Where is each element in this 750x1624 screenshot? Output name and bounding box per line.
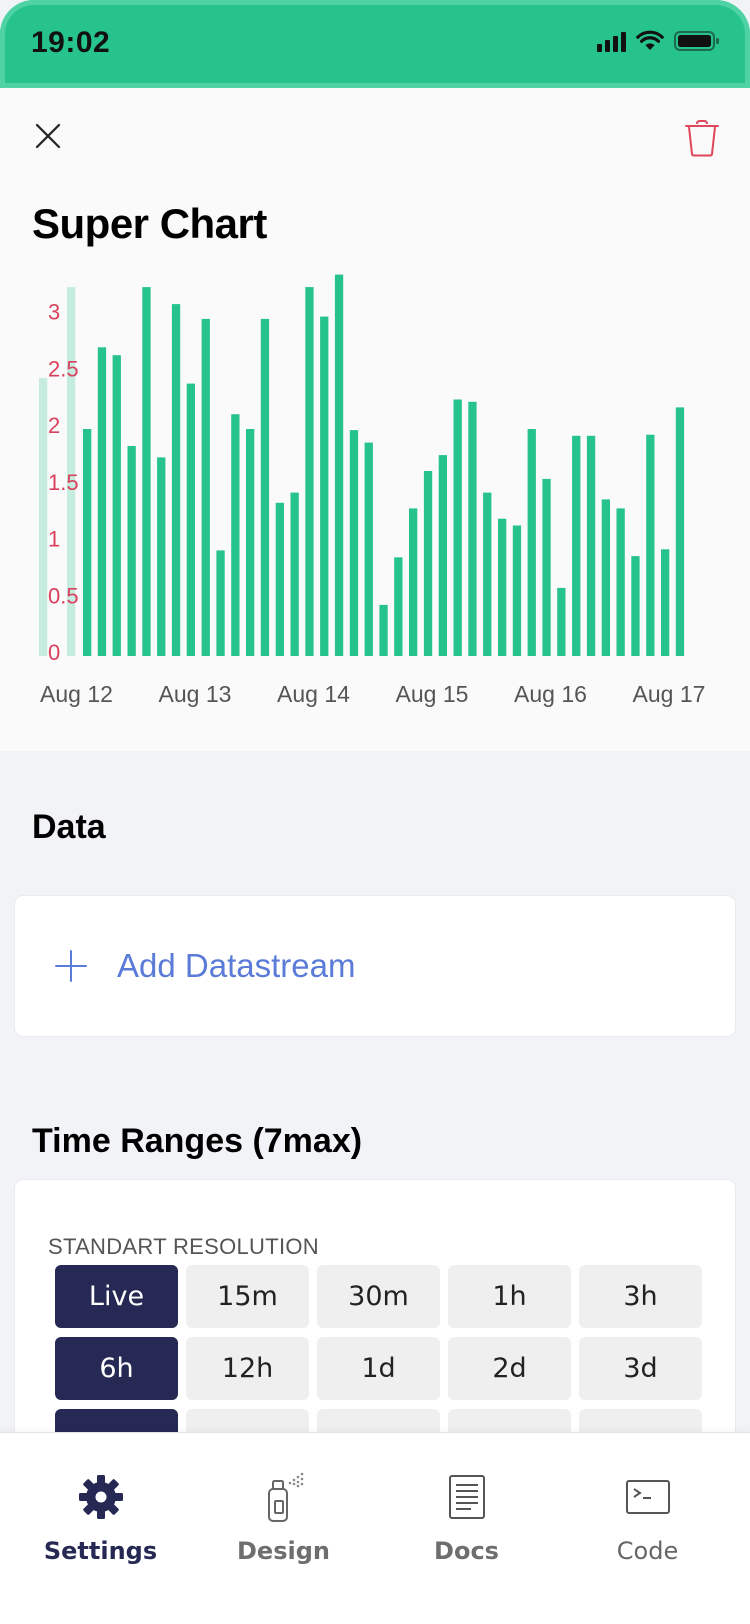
chart-bar [527, 429, 536, 656]
chart-bar [557, 587, 566, 656]
chart-bar [127, 446, 136, 656]
chart-bar [512, 525, 522, 656]
tab-code-label: Code [616, 1537, 679, 1565]
tab-settings-label: Settings [43, 1537, 158, 1565]
chart-bar [394, 557, 403, 656]
status-time: 19:02 [31, 26, 111, 59]
chart-bar [423, 471, 433, 656]
chart-bar [438, 455, 447, 656]
document-icon [447, 1469, 487, 1525]
y-tick-label: 0.5 [48, 583, 79, 608]
add-datastream-label: Add Datastream [117, 947, 356, 984]
time-range-button[interactable]: Live [55, 1265, 178, 1328]
chart-bar [572, 435, 581, 656]
phone-screen: 19:02 Super Chart 0 0.5 1 1.5 2 2.5 3 Au… [0, 0, 750, 1624]
chart-bar [601, 499, 610, 656]
chart-bar [186, 383, 195, 656]
x-tick-label: Aug 17 [633, 681, 706, 707]
close-icon [35, 123, 61, 149]
chart-bar [364, 442, 373, 656]
tab-code[interactable]: Code [554, 1433, 741, 1583]
chart-bar [483, 492, 492, 656]
x-tick-label: Aug 13 [159, 681, 232, 707]
chart-bar [260, 318, 270, 656]
chart-bar [201, 318, 210, 656]
time-range-button[interactable]: 3d [579, 1337, 702, 1400]
chart-bar [83, 429, 92, 656]
chart-bar [542, 478, 551, 656]
chart-bar [216, 550, 225, 656]
time-range-button[interactable]: 3h [579, 1265, 702, 1328]
chart-bar [275, 502, 284, 656]
chart-bar [498, 518, 507, 656]
chart-bar [112, 355, 121, 656]
time-range-button[interactable]: 1h [448, 1265, 571, 1328]
chart-bar [468, 401, 477, 656]
tab-docs-label: Docs [434, 1537, 499, 1565]
x-tick-label: Aug 15 [396, 681, 469, 707]
plus-icon [55, 950, 87, 982]
chart-bar [231, 414, 240, 656]
time-range-button[interactable]: 6h [55, 1337, 178, 1400]
chart-bar [334, 274, 344, 656]
delete-button[interactable] [680, 116, 724, 160]
gear-icon [77, 1469, 125, 1525]
tab-design[interactable]: Design [190, 1433, 377, 1583]
chart-bar [675, 407, 685, 656]
chart-bar [171, 304, 181, 656]
chart-bar [616, 508, 625, 656]
chart-bar [631, 556, 640, 656]
x-tick-label: Aug 14 [277, 681, 350, 707]
y-tick-label: 0 [48, 640, 60, 665]
tab-design-label: Design [237, 1537, 330, 1565]
close-button[interactable] [28, 116, 68, 156]
data-card: Add Datastream [15, 896, 735, 1036]
time-range-button[interactable]: 30m [317, 1265, 440, 1328]
bottom-tab-bar: Settings Design Docs Code [0, 1432, 750, 1624]
chart-bar [379, 604, 388, 656]
battery-icon [674, 30, 720, 52]
add-datastream-button[interactable]: Add Datastream [55, 896, 355, 1036]
chart-bar [586, 435, 596, 656]
time-range-button[interactable]: 1d [317, 1337, 440, 1400]
time-range-button[interactable]: 15m [186, 1265, 309, 1328]
chart-bar [320, 316, 329, 656]
chart-bar [409, 508, 418, 656]
super-chart[interactable]: 0 0.5 1 1.5 2 2.5 3 Aug 12 Aug 13 Aug 14 Aug 15 Aug… [30, 270, 720, 730]
y-tick-label: 3 [48, 300, 60, 325]
chart-bar [305, 287, 314, 656]
time-ranges-title: Time Ranges (7max) [32, 1122, 363, 1160]
data-section-title: Data [32, 808, 106, 846]
status-icons [597, 30, 720, 52]
wifi-icon [636, 30, 664, 52]
chart-bar [646, 434, 655, 656]
tab-settings[interactable]: Settings [7, 1433, 194, 1583]
y-tick-label: 1.5 [48, 470, 79, 495]
resolution-label: STANDART RESOLUTION [48, 1234, 319, 1259]
spray-can-icon [260, 1469, 308, 1525]
signal-icon [597, 30, 626, 52]
status-bar: 19:02 [0, 0, 750, 88]
chart-bar [157, 457, 166, 656]
chart-bar [246, 429, 255, 656]
chart-title: Super Chart [32, 200, 267, 247]
x-tick-label: Aug 12 [40, 681, 113, 707]
chart-bar [453, 399, 462, 656]
chart-bar [97, 347, 107, 656]
trash-icon [685, 120, 719, 157]
terminal-icon [625, 1469, 671, 1525]
time-range-button[interactable]: 2d [448, 1337, 571, 1400]
chart-bar [349, 430, 359, 656]
tab-docs[interactable]: Docs [373, 1433, 560, 1583]
chart-bar [661, 549, 670, 656]
time-range-button[interactable]: 12h [186, 1337, 309, 1400]
y-tick-label: 2.5 [48, 356, 79, 381]
chart-bar [290, 492, 299, 656]
y-tick-label: 2 [48, 413, 60, 438]
x-tick-label: Aug 16 [514, 681, 587, 707]
y-tick-label: 1 [48, 527, 60, 552]
chart-bar [142, 287, 151, 656]
chart-bar-faded [39, 377, 48, 656]
